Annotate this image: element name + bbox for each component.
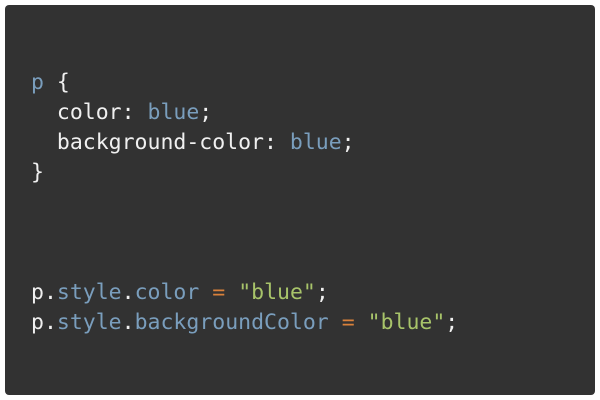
js-operator: = — [341, 310, 355, 335]
js-code-block: p.style.color = "blue"; p.style.backgroun… — [31, 278, 458, 338]
semicolon: ; — [445, 310, 459, 335]
semicolon: ; — [341, 130, 355, 155]
css-property: background-color — [56, 130, 264, 155]
dot: . — [121, 280, 135, 305]
close-brace: } — [31, 160, 44, 185]
js-member: color — [134, 280, 200, 305]
dot: . — [43, 280, 57, 305]
dot: . — [43, 310, 57, 335]
colon: : — [264, 130, 290, 155]
css-declaration-line: background-color: blue; — [31, 128, 355, 158]
dot: . — [121, 310, 135, 335]
js-object: p — [31, 310, 44, 335]
js-assignment-line: p.style.backgroundColor = "blue"; — [31, 308, 458, 338]
js-member: style — [56, 310, 122, 335]
js-string: "blue" — [367, 310, 446, 335]
colon: : — [121, 100, 148, 125]
css-code-block: p { color: blue; background-color: blue;… — [31, 68, 355, 188]
css-property: color — [56, 100, 122, 125]
open-brace: { — [56, 70, 70, 95]
css-rule-open-line: p { — [31, 68, 355, 98]
css-value: blue — [147, 100, 200, 125]
js-assignment-line: p.style.color = "blue"; — [31, 278, 458, 308]
semicolon: ; — [315, 280, 329, 305]
code-panel: p { color: blue; background-color: blue;… — [5, 5, 595, 395]
js-string: "blue" — [238, 280, 316, 305]
js-object: p — [31, 280, 44, 305]
css-rule-close-line: } — [31, 158, 355, 188]
semicolon: ; — [199, 100, 213, 125]
js-member: backgroundColor — [134, 310, 329, 335]
js-operator: = — [212, 280, 226, 305]
css-selector: p — [31, 70, 44, 95]
css-value: blue — [289, 130, 342, 155]
js-member: style — [56, 280, 122, 305]
css-declaration-line: color: blue; — [31, 98, 355, 128]
